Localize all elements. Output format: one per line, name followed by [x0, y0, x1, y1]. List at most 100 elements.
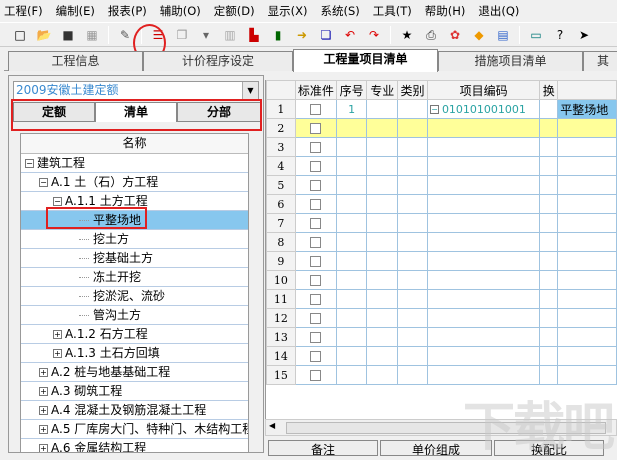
expand-icon[interactable]: + [39, 444, 48, 452]
tab-bill-of-quantities[interactable]: 工程量项目清单 [293, 49, 438, 72]
grid-cell[interactable] [539, 232, 559, 252]
grid-cell[interactable] [539, 213, 559, 233]
expand-icon[interactable]: + [39, 406, 48, 415]
menu-item[interactable]: 报表(P) [108, 3, 147, 19]
standard-checkbox[interactable] [310, 275, 322, 286]
standard-checkbox[interactable] [310, 199, 322, 210]
expand-icon[interactable]: + [39, 425, 48, 434]
standard-cell[interactable] [294, 156, 337, 176]
table-row[interactable]: 11 [266, 289, 617, 309]
grid-cell[interactable] [335, 194, 368, 214]
column-header[interactable]: 项目编码 [426, 80, 541, 100]
standard-checkbox[interactable] [310, 218, 322, 229]
tree-item[interactable]: + A.5 厂库房大门、特种门、木结构工程 [21, 420, 248, 439]
menu-item[interactable]: 显示(X) [268, 3, 308, 19]
grid-cell[interactable] [557, 175, 617, 195]
edit-icon[interactable]: ✎ [117, 27, 133, 43]
code-cell[interactable]: −010101001001 [426, 99, 541, 119]
grid-cell[interactable] [539, 346, 559, 366]
table-row[interactable]: 2 [266, 118, 617, 138]
column-header[interactable] [557, 80, 617, 100]
scroll-left-icon[interactable]: ◀ [269, 421, 275, 430]
column-header[interactable] [266, 80, 296, 100]
gray-tool-icon[interactable]: ▥ [222, 27, 238, 43]
grid-cell[interactable] [397, 194, 428, 214]
grid-cell[interactable] [366, 346, 399, 366]
grid-cell[interactable] [557, 251, 617, 271]
machine-icon[interactable]: ▙ [246, 27, 262, 43]
column-header[interactable]: 标准件 [294, 80, 337, 100]
standard-checkbox[interactable] [310, 256, 322, 267]
grid-cell[interactable] [397, 232, 428, 252]
tab-notes[interactable]: 备注 [268, 440, 378, 456]
grid-cell[interactable] [557, 346, 617, 366]
grid-cell[interactable] [426, 175, 541, 195]
standard-cell[interactable] [294, 365, 337, 385]
grid-cell[interactable] [539, 156, 559, 176]
menu-item[interactable]: 帮助(H) [425, 3, 466, 19]
printer-icon[interactable]: ⎙ [423, 27, 439, 43]
chevron-down-icon[interactable]: ▼ [242, 82, 258, 99]
grid-cell[interactable] [335, 213, 368, 233]
grid-cell[interactable] [335, 289, 368, 309]
grid-cell[interactable] [539, 194, 559, 214]
grid-cell[interactable] [426, 365, 541, 385]
grid-cell[interactable] [557, 365, 617, 385]
undo-icon[interactable]: ↶ [342, 27, 358, 43]
open-folder-icon[interactable]: 📂 [36, 27, 52, 43]
grid-cell[interactable] [335, 156, 368, 176]
table-row[interactable]: 12 [266, 308, 617, 328]
menu-item[interactable]: 辅助(O) [160, 3, 201, 19]
table-row[interactable]: 8 [266, 232, 617, 252]
menu-item[interactable]: 工程(F) [4, 3, 43, 19]
standard-checkbox[interactable] [310, 332, 322, 343]
grid-cell[interactable] [366, 175, 399, 195]
grid-cell[interactable] [426, 270, 541, 290]
grid-cell[interactable] [426, 118, 541, 138]
save-icon[interactable]: ■ [60, 27, 76, 43]
grid-cell[interactable] [335, 365, 368, 385]
grid-cell[interactable] [397, 346, 428, 366]
expand-icon[interactable]: + [53, 349, 62, 358]
tree-item[interactable]: + A.6 金属结构工程 [21, 439, 248, 452]
grid-cell[interactable] [397, 289, 428, 309]
recycle-icon[interactable]: ✿ [447, 27, 463, 43]
standard-checkbox[interactable] [310, 104, 322, 115]
grid-cell[interactable] [539, 289, 559, 309]
grid-cell[interactable] [539, 270, 559, 290]
standard-cell[interactable] [294, 289, 337, 309]
calc-sheet-icon[interactable]: ▤ [495, 27, 511, 43]
bars-icon[interactable]: ▮ [270, 27, 286, 43]
table-row[interactable]: 1 1 −010101001001 平整场地 [266, 99, 617, 119]
grid-cell[interactable] [366, 308, 399, 328]
grid-cell[interactable] [397, 270, 428, 290]
standard-cell[interactable] [294, 232, 337, 252]
standard-checkbox[interactable] [310, 294, 322, 305]
grid-cell[interactable] [366, 194, 399, 214]
grid-cell[interactable] [426, 137, 541, 157]
grid-cell[interactable] [557, 232, 617, 252]
tree-item[interactable]: 冻土开挖 [21, 268, 248, 287]
standard-cell[interactable] [294, 346, 337, 366]
grid-cell[interactable] [539, 137, 559, 157]
standard-checkbox[interactable] [310, 370, 322, 381]
standard-cell[interactable] [294, 137, 337, 157]
standard-cell[interactable] [294, 194, 337, 214]
tree-item[interactable]: + A.2 桩与地基基础工程 [21, 363, 248, 382]
grid-cell[interactable] [335, 327, 368, 347]
collapse-icon[interactable]: − [25, 159, 34, 168]
tree-item[interactable]: 挖土方 [21, 230, 248, 249]
table-row[interactable]: 5 [266, 175, 617, 195]
grid-cell[interactable] [366, 137, 399, 157]
grid-cell[interactable] [397, 175, 428, 195]
menu-item[interactable]: 退出(Q) [478, 3, 519, 19]
tree-item[interactable]: + A.1.3 土石方回填 [21, 344, 248, 363]
grid-cell[interactable] [557, 213, 617, 233]
tree-item[interactable]: 挖基础土方 [21, 249, 248, 268]
forward-icon[interactable]: ➤ [576, 27, 592, 43]
grid-cell[interactable] [397, 156, 428, 176]
copy-icon[interactable]: ❐ [174, 27, 190, 43]
grid-cell[interactable] [557, 308, 617, 328]
grid-cell[interactable] [539, 251, 559, 271]
grid-cell[interactable] [426, 308, 541, 328]
